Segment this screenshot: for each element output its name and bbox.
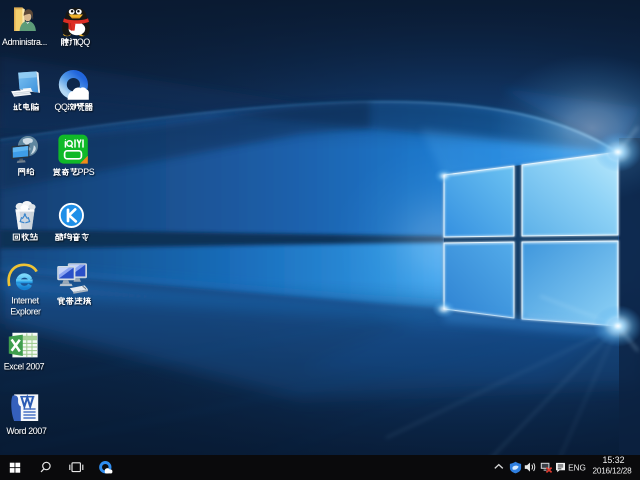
svg-text:QQ: QQ <box>77 37 91 47</box>
svg-text:Word 2007: Word 2007 <box>6 426 47 436</box>
svg-text:Internet: Internet <box>11 296 39 306</box>
svg-text:2016/12/28: 2016/12/28 <box>593 466 633 475</box>
svg-text:Administra...: Administra... <box>2 37 47 47</box>
svg-text:QQ: QQ <box>55 102 69 112</box>
svg-text:Excel 2007: Excel 2007 <box>4 362 45 372</box>
svg-text:15:32: 15:32 <box>602 455 624 465</box>
svg-text:ENG: ENG <box>568 464 586 473</box>
svg-text:PPS: PPS <box>78 167 95 177</box>
svg-text:Explorer: Explorer <box>10 306 41 316</box>
